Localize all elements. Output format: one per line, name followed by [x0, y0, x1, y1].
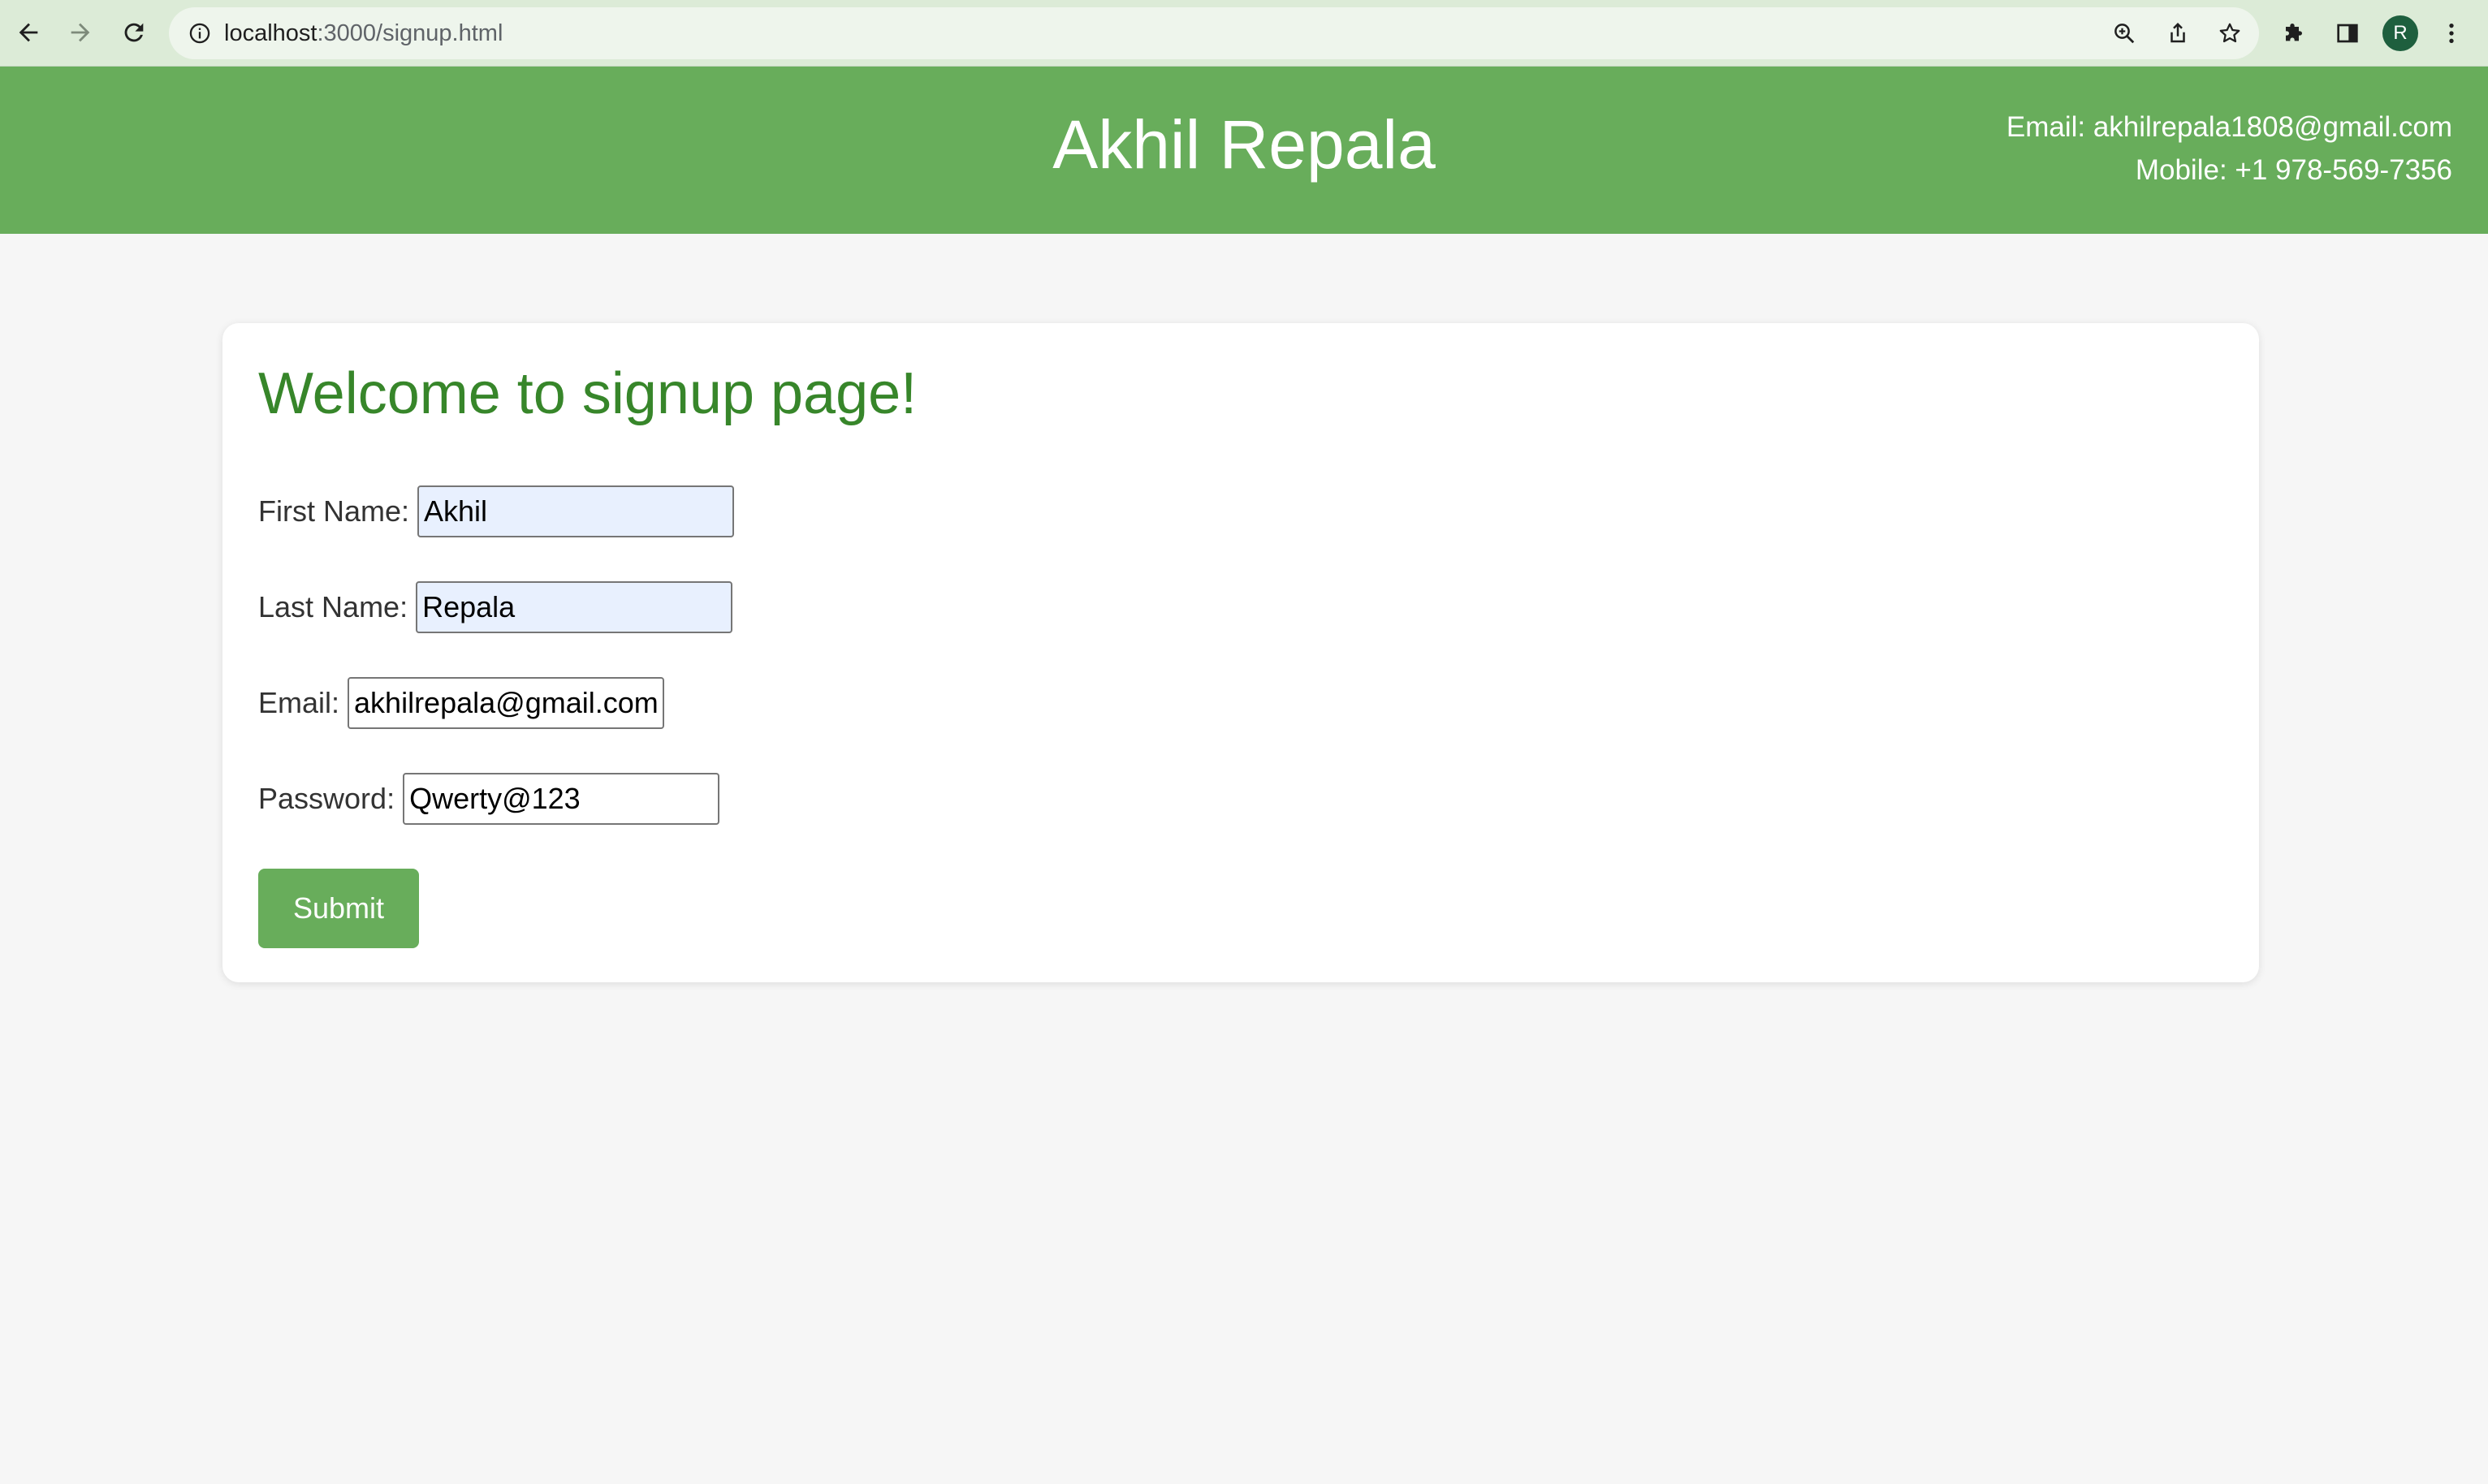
share-icon — [2171, 22, 2185, 43]
reload-button[interactable] — [115, 14, 153, 51]
back-arrow-icon — [19, 23, 38, 42]
side-panel-button[interactable] — [2330, 16, 2365, 50]
submit-button[interactable]: Submit — [258, 869, 419, 948]
page-heading: Welcome to signup page! — [258, 361, 918, 426]
site-header: Akhil Repala Email: akhilrepala1808@gmai… — [0, 67, 2488, 234]
email-field[interactable] — [348, 677, 665, 729]
first-name-label: First Name: — [258, 494, 410, 528]
extensions-button[interactable] — [2279, 16, 2313, 50]
zoom-icon — [2114, 24, 2135, 44]
back-button[interactable] — [10, 14, 47, 51]
share-button[interactable] — [2163, 19, 2192, 48]
password-row: Password: — [258, 772, 720, 826]
forward-arrow-icon — [71, 23, 90, 42]
address-bar[interactable]: localhost:3000/signup.html — [169, 7, 2259, 59]
last-name-label: Last Name: — [258, 590, 408, 623]
menu-button[interactable] — [2434, 16, 2469, 50]
contact-mobile: Mobile: +1 978-569-7356 — [2135, 154, 2452, 186]
last-name-field[interactable] — [416, 581, 733, 633]
reload-icon — [124, 23, 144, 42]
profile-avatar[interactable]: R — [2382, 15, 2418, 51]
contact-info: Email: akhilrepala1808@gmail.com Mobile:… — [2006, 106, 2452, 192]
zoom-button[interactable] — [2110, 19, 2139, 48]
signup-card: Welcome to signup page! First Name: Last… — [222, 323, 2259, 982]
password-label: Password: — [258, 782, 395, 815]
bookmark-button[interactable] — [2215, 19, 2244, 48]
browser-toolbar: localhost:3000/signup.html R — [0, 0, 2488, 67]
first-name-field[interactable] — [417, 485, 735, 537]
url-host: localhost — [224, 20, 317, 46]
forward-button[interactable] — [62, 14, 99, 51]
password-field[interactable] — [403, 773, 720, 825]
email-row: Email: — [258, 676, 665, 730]
side-panel-icon — [2337, 24, 2358, 43]
first-name-row: First Name: — [258, 485, 735, 538]
info-icon[interactable] — [188, 22, 211, 45]
star-icon — [2219, 23, 2240, 43]
email-label: Email: — [258, 686, 340, 719]
url-text[interactable]: localhost:3000/signup.html — [224, 19, 503, 47]
more-vert-icon — [2449, 24, 2454, 43]
last-name-row: Last Name: — [258, 580, 733, 634]
url-path: :3000/signup.html — [317, 20, 503, 46]
contact-email: Email: akhilrepala1808@gmail.com — [2006, 111, 2452, 143]
extensions-puzzle-icon — [2286, 24, 2302, 41]
